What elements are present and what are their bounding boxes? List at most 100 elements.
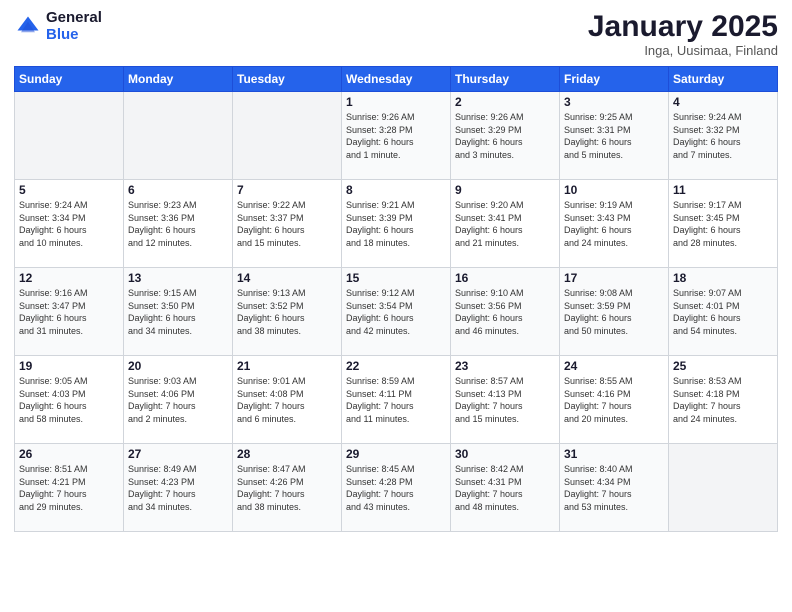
day-number: 6 [128, 183, 228, 197]
day-number: 11 [673, 183, 773, 197]
day-info: Sunrise: 9:26 AM Sunset: 3:28 PM Dayligh… [346, 111, 446, 161]
logo-general: General [46, 10, 102, 27]
day-number: 3 [564, 95, 664, 109]
calendar-cell: 2 Sunrise: 9:26 AM Sunset: 3:29 PM Daylig… [451, 92, 560, 180]
calendar-cell: 24Sunrise: 8:55 AM Sunset: 4:16 PM Dayli… [560, 356, 669, 444]
day-number: 15 [346, 271, 446, 285]
day-info: Sunrise: 9:13 AM Sunset: 3:52 PM Dayligh… [237, 287, 337, 337]
calendar-week-row: 26Sunrise: 8:51 AM Sunset: 4:21 PM Dayli… [15, 444, 778, 532]
calendar-cell: 6 Sunrise: 9:23 AM Sunset: 3:36 PM Daylig… [124, 180, 233, 268]
day-number: 4 [673, 95, 773, 109]
weekday-header-wednesday: Wednesday [342, 67, 451, 92]
calendar-cell: 1 Sunrise: 9:26 AM Sunset: 3:28 PM Daylig… [342, 92, 451, 180]
calendar-cell: 22 Sunrise: 8:59 AM Sunset: 4:11 PM Dayli… [342, 356, 451, 444]
page: General Blue January 2025 Inga, Uusimaa,… [0, 0, 792, 612]
day-number: 13 [128, 271, 228, 285]
weekday-header-sunday: Sunday [15, 67, 124, 92]
logo-blue: Blue [46, 27, 102, 44]
calendar-cell: 30Sunrise: 8:42 AM Sunset: 4:31 PM Dayli… [451, 444, 560, 532]
calendar-cell: 8 Sunrise: 9:21 AM Sunset: 3:39 PM Daylig… [342, 180, 451, 268]
day-number: 29 [346, 447, 446, 461]
day-info: Sunrise: 9:20 AM Sunset: 3:41 PM Dayligh… [455, 199, 555, 249]
calendar-cell: 18Sunrise: 9:07 AM Sunset: 4:01 PM Dayli… [669, 268, 778, 356]
header: General Blue January 2025 Inga, Uusimaa,… [14, 10, 778, 58]
day-info: Sunrise: 9:25 AM Sunset: 3:31 PM Dayligh… [564, 111, 664, 161]
day-info: Sunrise: 9:19 AM Sunset: 3:43 PM Dayligh… [564, 199, 664, 249]
calendar-cell: 26Sunrise: 8:51 AM Sunset: 4:21 PM Dayli… [15, 444, 124, 532]
day-number: 27 [128, 447, 228, 461]
weekday-header-friday: Friday [560, 67, 669, 92]
weekday-header-thursday: Thursday [451, 67, 560, 92]
calendar-cell: 19Sunrise: 9:05 AM Sunset: 4:03 PM Dayli… [15, 356, 124, 444]
day-info: Sunrise: 9:24 AM Sunset: 3:32 PM Dayligh… [673, 111, 773, 161]
logo: General Blue [14, 10, 102, 43]
calendar-cell: 28Sunrise: 8:47 AM Sunset: 4:26 PM Dayli… [233, 444, 342, 532]
day-number: 22 [346, 359, 446, 373]
day-info: Sunrise: 9:07 AM Sunset: 4:01 PM Dayligh… [673, 287, 773, 337]
calendar-cell: 11 Sunrise: 9:17 AM Sunset: 3:45 PM Dayli… [669, 180, 778, 268]
calendar-cell: 4 Sunrise: 9:24 AM Sunset: 3:32 PM Daylig… [669, 92, 778, 180]
day-info: Sunrise: 9:24 AM Sunset: 3:34 PM Dayligh… [19, 199, 119, 249]
calendar-table: SundayMondayTuesdayWednesdayThursdayFrid… [14, 66, 778, 532]
day-info: Sunrise: 8:40 AM Sunset: 4:34 PM Dayligh… [564, 463, 664, 513]
day-number: 20 [128, 359, 228, 373]
day-info: Sunrise: 9:15 AM Sunset: 3:50 PM Dayligh… [128, 287, 228, 337]
calendar-cell: 3 Sunrise: 9:25 AM Sunset: 3:31 PM Daylig… [560, 92, 669, 180]
day-number: 25 [673, 359, 773, 373]
day-info: Sunrise: 9:23 AM Sunset: 3:36 PM Dayligh… [128, 199, 228, 249]
calendar-cell: 27 Sunrise: 8:49 AM Sunset: 4:23 PM Dayli… [124, 444, 233, 532]
day-info: Sunrise: 9:01 AM Sunset: 4:08 PM Dayligh… [237, 375, 337, 425]
day-info: Sunrise: 8:49 AM Sunset: 4:23 PM Dayligh… [128, 463, 228, 513]
calendar-cell: 20 Sunrise: 9:03 AM Sunset: 4:06 PM Dayli… [124, 356, 233, 444]
day-info: Sunrise: 8:47 AM Sunset: 4:26 PM Dayligh… [237, 463, 337, 513]
calendar-cell: 31 Sunrise: 8:40 AM Sunset: 4:34 PM Dayli… [560, 444, 669, 532]
location: Inga, Uusimaa, Finland [588, 43, 778, 58]
calendar-cell: 14 Sunrise: 9:13 AM Sunset: 3:52 PM Dayli… [233, 268, 342, 356]
day-info: Sunrise: 9:17 AM Sunset: 3:45 PM Dayligh… [673, 199, 773, 249]
calendar-cell: 16Sunrise: 9:10 AM Sunset: 3:56 PM Dayli… [451, 268, 560, 356]
logo-icon [14, 13, 42, 41]
calendar-cell: 25 Sunrise: 8:53 AM Sunset: 4:18 PM Dayli… [669, 356, 778, 444]
day-info: Sunrise: 9:03 AM Sunset: 4:06 PM Dayligh… [128, 375, 228, 425]
day-number: 31 [564, 447, 664, 461]
calendar-cell: 9Sunrise: 9:20 AM Sunset: 3:41 PM Daylig… [451, 180, 560, 268]
day-number: 24 [564, 359, 664, 373]
calendar-cell: 15 Sunrise: 9:12 AM Sunset: 3:54 PM Dayli… [342, 268, 451, 356]
day-number: 21 [237, 359, 337, 373]
day-number: 12 [19, 271, 119, 285]
calendar-week-row: 12 Sunrise: 9:16 AM Sunset: 3:47 PM Dayli… [15, 268, 778, 356]
day-number: 10 [564, 183, 664, 197]
day-number: 8 [346, 183, 446, 197]
day-info: Sunrise: 8:53 AM Sunset: 4:18 PM Dayligh… [673, 375, 773, 425]
day-number: 1 [346, 95, 446, 109]
calendar-cell: 13 Sunrise: 9:15 AM Sunset: 3:50 PM Dayli… [124, 268, 233, 356]
day-info: Sunrise: 8:59 AM Sunset: 4:11 PM Dayligh… [346, 375, 446, 425]
weekday-header-saturday: Saturday [669, 67, 778, 92]
calendar-cell [15, 92, 124, 180]
weekday-header-row: SundayMondayTuesdayWednesdayThursdayFrid… [15, 67, 778, 92]
day-info: Sunrise: 8:45 AM Sunset: 4:28 PM Dayligh… [346, 463, 446, 513]
calendar-cell: 17Sunrise: 9:08 AM Sunset: 3:59 PM Dayli… [560, 268, 669, 356]
day-info: Sunrise: 9:12 AM Sunset: 3:54 PM Dayligh… [346, 287, 446, 337]
day-number: 26 [19, 447, 119, 461]
calendar-cell: 7Sunrise: 9:22 AM Sunset: 3:37 PM Daylig… [233, 180, 342, 268]
day-number: 5 [19, 183, 119, 197]
calendar-cell [233, 92, 342, 180]
day-number: 23 [455, 359, 555, 373]
calendar-cell: 21 Sunrise: 9:01 AM Sunset: 4:08 PM Dayli… [233, 356, 342, 444]
calendar-cell: 29 Sunrise: 8:45 AM Sunset: 4:28 PM Dayli… [342, 444, 451, 532]
day-number: 14 [237, 271, 337, 285]
calendar-week-row: 1 Sunrise: 9:26 AM Sunset: 3:28 PM Daylig… [15, 92, 778, 180]
calendar-week-row: 5 Sunrise: 9:24 AM Sunset: 3:34 PM Daylig… [15, 180, 778, 268]
day-number: 2 [455, 95, 555, 109]
month-title: January 2025 [588, 10, 778, 43]
calendar-cell: 5 Sunrise: 9:24 AM Sunset: 3:34 PM Daylig… [15, 180, 124, 268]
day-info: Sunrise: 8:57 AM Sunset: 4:13 PM Dayligh… [455, 375, 555, 425]
calendar-cell: 10 Sunrise: 9:19 AM Sunset: 3:43 PM Dayli… [560, 180, 669, 268]
day-info: Sunrise: 9:16 AM Sunset: 3:47 PM Dayligh… [19, 287, 119, 337]
day-info: Sunrise: 9:21 AM Sunset: 3:39 PM Dayligh… [346, 199, 446, 249]
title-block: January 2025 Inga, Uusimaa, Finland [588, 10, 778, 58]
day-info: Sunrise: 9:26 AM Sunset: 3:29 PM Dayligh… [455, 111, 555, 161]
day-info: Sunrise: 9:10 AM Sunset: 3:56 PM Dayligh… [455, 287, 555, 337]
day-info: Sunrise: 9:22 AM Sunset: 3:37 PM Dayligh… [237, 199, 337, 249]
